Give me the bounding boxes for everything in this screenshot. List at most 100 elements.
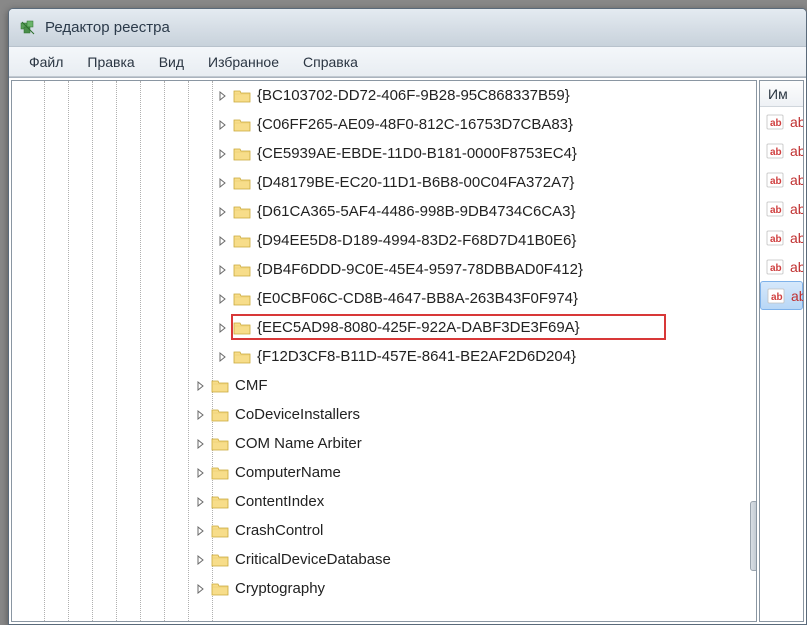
tree-item-label: {EEC5AD98-8080-425F-922A-DABF3DE3F69A} bbox=[257, 319, 580, 336]
folder-icon bbox=[211, 378, 229, 394]
tree-item-label: {DB4F6DDD-9C0E-45E4-9597-78DBBAD0F412} bbox=[257, 261, 583, 278]
folder-icon bbox=[211, 494, 229, 510]
value-row[interactable]: abab bbox=[760, 252, 803, 281]
tree-item-guid[interactable]: {CE5939AE-EBDE-11D0-B181-0000F8753EC4} bbox=[12, 139, 756, 168]
expander-icon[interactable] bbox=[217, 264, 229, 276]
expander-icon[interactable] bbox=[195, 583, 207, 595]
expander-icon[interactable] bbox=[195, 409, 207, 421]
expander-icon[interactable] bbox=[217, 90, 229, 102]
tree-item[interactable]: CoDeviceInstallers bbox=[12, 400, 756, 429]
tree-item[interactable]: Cryptography bbox=[12, 574, 756, 603]
folder-icon bbox=[233, 146, 251, 162]
value-row[interactable]: abab bbox=[760, 107, 803, 136]
folder-icon bbox=[233, 291, 251, 307]
expander-icon[interactable] bbox=[217, 177, 229, 189]
expander-icon[interactable] bbox=[217, 119, 229, 131]
svg-text:ab: ab bbox=[770, 118, 782, 129]
tree-item-label: {F12D3CF8-B11D-457E-8641-BE2AF2D6D204} bbox=[257, 348, 576, 365]
expander-icon[interactable] bbox=[217, 235, 229, 247]
tree-item-guid[interactable]: {E0CBF06C-CD8B-4647-BB8A-263B43F0F974} bbox=[12, 284, 756, 313]
tree-item[interactable]: ContentIndex bbox=[12, 487, 756, 516]
menu-file[interactable]: Файл bbox=[17, 50, 75, 74]
folder-icon bbox=[211, 581, 229, 597]
menu-favorites[interactable]: Избранное bbox=[196, 50, 291, 74]
menu-view[interactable]: Вид bbox=[147, 50, 196, 74]
expander-icon[interactable] bbox=[195, 467, 207, 479]
menubar: Файл Правка Вид Избранное Справка bbox=[9, 47, 806, 77]
string-value-icon: ab bbox=[766, 113, 784, 131]
folder-icon bbox=[211, 436, 229, 452]
svg-text:ab: ab bbox=[770, 176, 782, 187]
app-icon bbox=[19, 19, 37, 37]
tree-item-guid[interactable]: {D48179BE-EC20-11D1-B6B8-00C04FA372A7} bbox=[12, 168, 756, 197]
value-name: ab bbox=[790, 172, 804, 188]
svg-text:ab: ab bbox=[771, 292, 783, 303]
folder-icon bbox=[233, 262, 251, 278]
content-area: {BC103702-DD72-406F-9B28-95C868337B59} {C… bbox=[9, 77, 806, 624]
value-row[interactable]: abab bbox=[760, 281, 803, 310]
tree-item-guid[interactable]: {C06FF265-AE09-48F0-812C-16753D7CBA83} bbox=[12, 110, 756, 139]
tree-item-guid[interactable]: {D61CA365-5AF4-4486-998B-9DB4734C6CA3} bbox=[12, 197, 756, 226]
tree-item-guid[interactable]: {D94EE5D8-D189-4994-83D2-F68D7D41B0E6} bbox=[12, 226, 756, 255]
scrollbar-thumb[interactable] bbox=[750, 501, 757, 571]
tree-item-label: CoDeviceInstallers bbox=[235, 406, 360, 423]
expander-icon[interactable] bbox=[217, 206, 229, 218]
value-name: ab bbox=[790, 259, 804, 275]
folder-icon bbox=[211, 465, 229, 481]
tree-item-label: {E0CBF06C-CD8B-4647-BB8A-263B43F0F974} bbox=[257, 290, 578, 307]
expander-icon[interactable] bbox=[217, 351, 229, 363]
tree-item-label: {C06FF265-AE09-48F0-812C-16753D7CBA83} bbox=[257, 116, 573, 133]
tree-pane[interactable]: {BC103702-DD72-406F-9B28-95C868337B59} {C… bbox=[11, 80, 757, 622]
folder-icon bbox=[211, 552, 229, 568]
tree-item-label: COM Name Arbiter bbox=[235, 435, 362, 452]
svg-text:ab: ab bbox=[770, 263, 782, 274]
expander-icon[interactable] bbox=[195, 525, 207, 537]
tree-item[interactable]: CMF bbox=[12, 371, 756, 400]
tree-item-guid[interactable]: {DB4F6DDD-9C0E-45E4-9597-78DBBAD0F412} bbox=[12, 255, 756, 284]
string-value-icon: ab bbox=[767, 287, 785, 305]
tree-item-guid[interactable]: {BC103702-DD72-406F-9B28-95C868337B59} bbox=[12, 81, 756, 110]
expander-icon[interactable] bbox=[195, 438, 207, 450]
svg-text:ab: ab bbox=[770, 147, 782, 158]
expander-icon[interactable] bbox=[195, 496, 207, 508]
values-header[interactable]: Им bbox=[760, 81, 803, 107]
titlebar[interactable]: Редактор реестра bbox=[9, 9, 806, 47]
tree-item[interactable]: CriticalDeviceDatabase bbox=[12, 545, 756, 574]
menu-help[interactable]: Справка bbox=[291, 50, 370, 74]
registry-editor-window: Редактор реестра Файл Правка Вид Избранн… bbox=[8, 8, 807, 625]
folder-icon bbox=[233, 349, 251, 365]
expander-icon[interactable] bbox=[217, 293, 229, 305]
value-row[interactable]: abab bbox=[760, 165, 803, 194]
value-row[interactable]: abab bbox=[760, 194, 803, 223]
folder-icon bbox=[233, 117, 251, 133]
tree-item-label: {D48179BE-EC20-11D1-B6B8-00C04FA372A7} bbox=[257, 174, 574, 191]
folder-icon bbox=[233, 233, 251, 249]
tree-item-label: ComputerName bbox=[235, 464, 341, 481]
tree-item-label: CrashControl bbox=[235, 522, 323, 539]
folder-icon bbox=[233, 88, 251, 104]
tree-item[interactable]: COM Name Arbiter bbox=[12, 429, 756, 458]
string-value-icon: ab bbox=[766, 200, 784, 218]
values-pane[interactable]: Им abababababababababababababab bbox=[759, 80, 804, 622]
menu-edit[interactable]: Правка bbox=[75, 50, 146, 74]
svg-text:ab: ab bbox=[770, 234, 782, 245]
tree-item-label: Cryptography bbox=[235, 580, 325, 597]
tree-item-guid[interactable]: {EEC5AD98-8080-425F-922A-DABF3DE3F69A} bbox=[12, 313, 756, 342]
tree-item-guid[interactable]: {F12D3CF8-B11D-457E-8641-BE2AF2D6D204} bbox=[12, 342, 756, 371]
folder-icon bbox=[233, 320, 251, 336]
tree-item-label: CMF bbox=[235, 377, 268, 394]
expander-icon[interactable] bbox=[217, 148, 229, 160]
folder-icon bbox=[211, 407, 229, 423]
value-name: ab bbox=[790, 201, 804, 217]
tree-item[interactable]: CrashControl bbox=[12, 516, 756, 545]
tree-item-label: {D61CA365-5AF4-4486-998B-9DB4734C6CA3} bbox=[257, 203, 576, 220]
expander-icon[interactable] bbox=[217, 322, 229, 334]
header-name-col: Им bbox=[768, 86, 788, 102]
expander-icon[interactable] bbox=[195, 380, 207, 392]
tree-item-label: CriticalDeviceDatabase bbox=[235, 551, 391, 568]
value-row[interactable]: abab bbox=[760, 136, 803, 165]
expander-icon[interactable] bbox=[195, 554, 207, 566]
value-row[interactable]: abab bbox=[760, 223, 803, 252]
tree-item[interactable]: ComputerName bbox=[12, 458, 756, 487]
tree-item-label: {BC103702-DD72-406F-9B28-95C868337B59} bbox=[257, 87, 570, 104]
